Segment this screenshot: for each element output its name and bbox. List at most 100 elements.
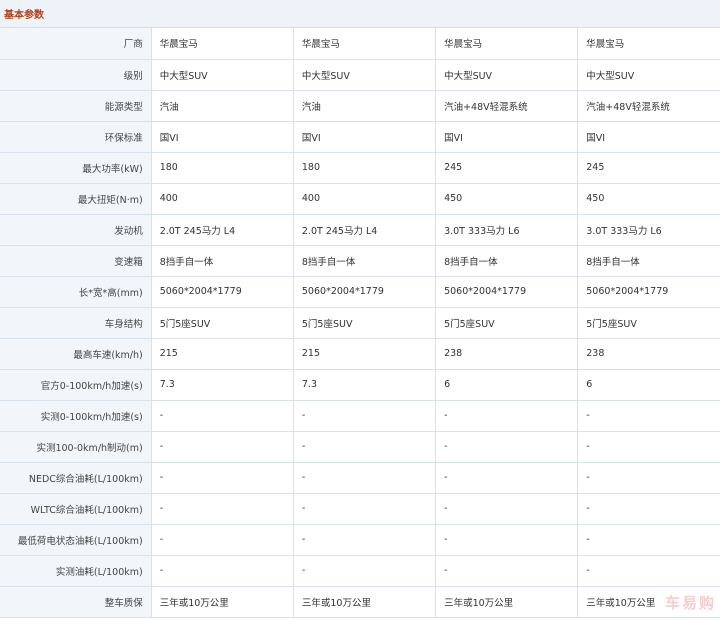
table-row: WLTC综合油耗(L/100km) - - - - (0, 493, 720, 525)
spec-value-cell: 450 (577, 183, 720, 215)
row-label: 实测0-100km/h加速(s) (0, 400, 152, 432)
table-row: 最大扭矩(N·m) 400 400 450 450 (0, 183, 720, 215)
spec-value-cell: 5060*2004*1779 (293, 276, 437, 308)
spec-value-cell: 三年或10万公里 (293, 586, 437, 618)
table-row: NEDC综合油耗(L/100km) - - - - (0, 462, 720, 494)
spec-value-cell: - (293, 400, 437, 432)
row-label: NEDC综合油耗(L/100km) (0, 462, 152, 494)
spec-value-cell: - (577, 462, 720, 494)
spec-value-cell: 华晨宝马 (577, 28, 720, 60)
row-label: 能源类型 (0, 90, 152, 122)
spec-value-cell: 400 (151, 183, 294, 215)
spec-value-cell: 180 (151, 152, 294, 184)
spec-value-cell: - (435, 493, 579, 525)
table-row: 最高车速(km/h) 215 215 238 238 (0, 338, 720, 370)
spec-value-cell: 7.3 (293, 369, 437, 401)
section-title: 基本参数 (4, 10, 44, 21)
row-label: 厂商 (0, 28, 152, 60)
table-row: 整车质保 三年或10万公里 三年或10万公里 三年或10万公里 三年或10万公里 (0, 586, 720, 618)
spec-value-cell: 238 (577, 338, 720, 370)
spec-value-cell: 180 (293, 152, 437, 184)
spec-value-cell: - (577, 493, 720, 525)
row-label: 环保标准 (0, 121, 152, 153)
spec-value-cell: - (435, 555, 579, 587)
spec-value-cell: - (577, 400, 720, 432)
row-label: 最高车速(km/h) (0, 338, 152, 370)
table-row: 车身结构 5门5座SUV 5门5座SUV 5门5座SUV 5门5座SUV (0, 307, 720, 339)
row-label: 车身结构 (0, 307, 152, 339)
row-label: 最低荷电状态油耗(L/100km) (0, 524, 152, 556)
spec-value-cell: 汽油 (151, 90, 294, 122)
spec-value-cell: 中大型SUV (435, 59, 579, 91)
spec-value-cell: 华晨宝马 (435, 28, 579, 60)
spec-value-cell: 5门5座SUV (577, 307, 720, 339)
spec-value-cell: 238 (435, 338, 579, 370)
row-label: 最大功率(kW) (0, 152, 152, 184)
spec-value-cell: 国VI (435, 121, 579, 153)
row-label: 发动机 (0, 214, 152, 246)
spec-value-cell: 5060*2004*1779 (435, 276, 579, 308)
spec-value-cell: 400 (293, 183, 437, 215)
table-row: 环保标准 国VI 国VI 国VI 国VI (0, 121, 720, 153)
spec-value-cell: 3.0T 333马力 L6 (577, 214, 720, 246)
row-label: 官方0-100km/h加速(s) (0, 369, 152, 401)
spec-value-cell: 汽油 (293, 90, 437, 122)
spec-value-cell: - (151, 400, 294, 432)
table-row: 厂商 华晨宝马 华晨宝马 华晨宝马 华晨宝马 (0, 28, 720, 60)
spec-value-cell: - (577, 431, 720, 463)
spec-value-cell: 8挡手自一体 (293, 245, 437, 277)
row-label: 整车质保 (0, 586, 152, 618)
table-row: 能源类型 汽油 汽油 汽油+48V轻混系统 汽油+48V轻混系统 (0, 90, 720, 122)
spec-value-cell: - (435, 462, 579, 494)
spec-value-cell: - (435, 524, 579, 556)
section-header: 基本参数 (0, 0, 720, 28)
spec-value-cell: - (151, 462, 294, 494)
spec-value-cell: - (293, 462, 437, 494)
spec-value-cell: 汽油+48V轻混系统 (435, 90, 579, 122)
row-label: 变速箱 (0, 245, 152, 277)
row-label: 实测油耗(L/100km) (0, 555, 152, 587)
table-row: 官方0-100km/h加速(s) 7.3 7.3 6 6 (0, 369, 720, 401)
table-row: 最低荷电状态油耗(L/100km) - - - - (0, 524, 720, 556)
spec-value-cell: 450 (435, 183, 579, 215)
table-row: 变速箱 8挡手自一体 8挡手自一体 8挡手自一体 8挡手自一体 (0, 245, 720, 277)
spec-value-cell: - (151, 555, 294, 587)
spec-value-cell: 215 (151, 338, 294, 370)
spec-value-cell: 5门5座SUV (293, 307, 437, 339)
spec-value-cell: 华晨宝马 (293, 28, 437, 60)
table-row: 实测100-0km/h制动(m) - - - - (0, 431, 720, 463)
spec-value-cell: 华晨宝马 (151, 28, 294, 60)
spec-table-body: 厂商 华晨宝马 华晨宝马 华晨宝马 华晨宝马 级别 中大型SUV 中大型SUV 中大型SUV 中大… (0, 28, 720, 618)
spec-value-cell: 8挡手自一体 (435, 245, 579, 277)
table-row: 发动机 2.0T 245马力 L4 2.0T 245马力 L4 3.0T 333马力 … (0, 214, 720, 246)
spec-value-cell: 5060*2004*1779 (577, 276, 720, 308)
spec-value-cell: - (435, 431, 579, 463)
spec-value-cell: 国VI (577, 121, 720, 153)
spec-value-cell: 7.3 (151, 369, 294, 401)
spec-value-cell: - (151, 524, 294, 556)
spec-value-cell: 8挡手自一体 (151, 245, 294, 277)
spec-value-cell: - (151, 431, 294, 463)
row-label: 长*宽*高(mm) (0, 276, 152, 308)
spec-value-cell: 2.0T 245马力 L4 (293, 214, 437, 246)
spec-value-cell: - (293, 431, 437, 463)
spec-value-cell: - (577, 524, 720, 556)
watermark-logo: 车易购 (664, 594, 716, 612)
table-row: 长*宽*高(mm) 5060*2004*1779 5060*2004*1779 506… (0, 276, 720, 308)
spec-value-cell: 汽油+48V轻混系统 (577, 90, 720, 122)
spec-value-cell: 215 (293, 338, 437, 370)
spec-table: 厂商 华晨宝马 华晨宝马 华晨宝马 华晨宝马 级别 中大型SUV 中大型SUV 中大型SUV 中大… (0, 28, 720, 618)
row-label: 最大扭矩(N·m) (0, 183, 152, 215)
spec-value-cell: 中大型SUV (293, 59, 437, 91)
spec-value-cell: 5门5座SUV (435, 307, 579, 339)
row-label: 实测100-0km/h制动(m) (0, 431, 152, 463)
row-label: 级别 (0, 59, 152, 91)
spec-value-cell: - (577, 555, 720, 587)
spec-value-cell: 6 (435, 369, 579, 401)
spec-value-cell: 2.0T 245马力 L4 (151, 214, 294, 246)
table-row: 实测油耗(L/100km) - - - - (0, 555, 720, 587)
spec-value-cell: - (293, 493, 437, 525)
spec-value-cell: 5门5座SUV (151, 307, 294, 339)
table-row: 最大功率(kW) 180 180 245 245 (0, 152, 720, 184)
row-label: WLTC综合油耗(L/100km) (0, 493, 152, 525)
